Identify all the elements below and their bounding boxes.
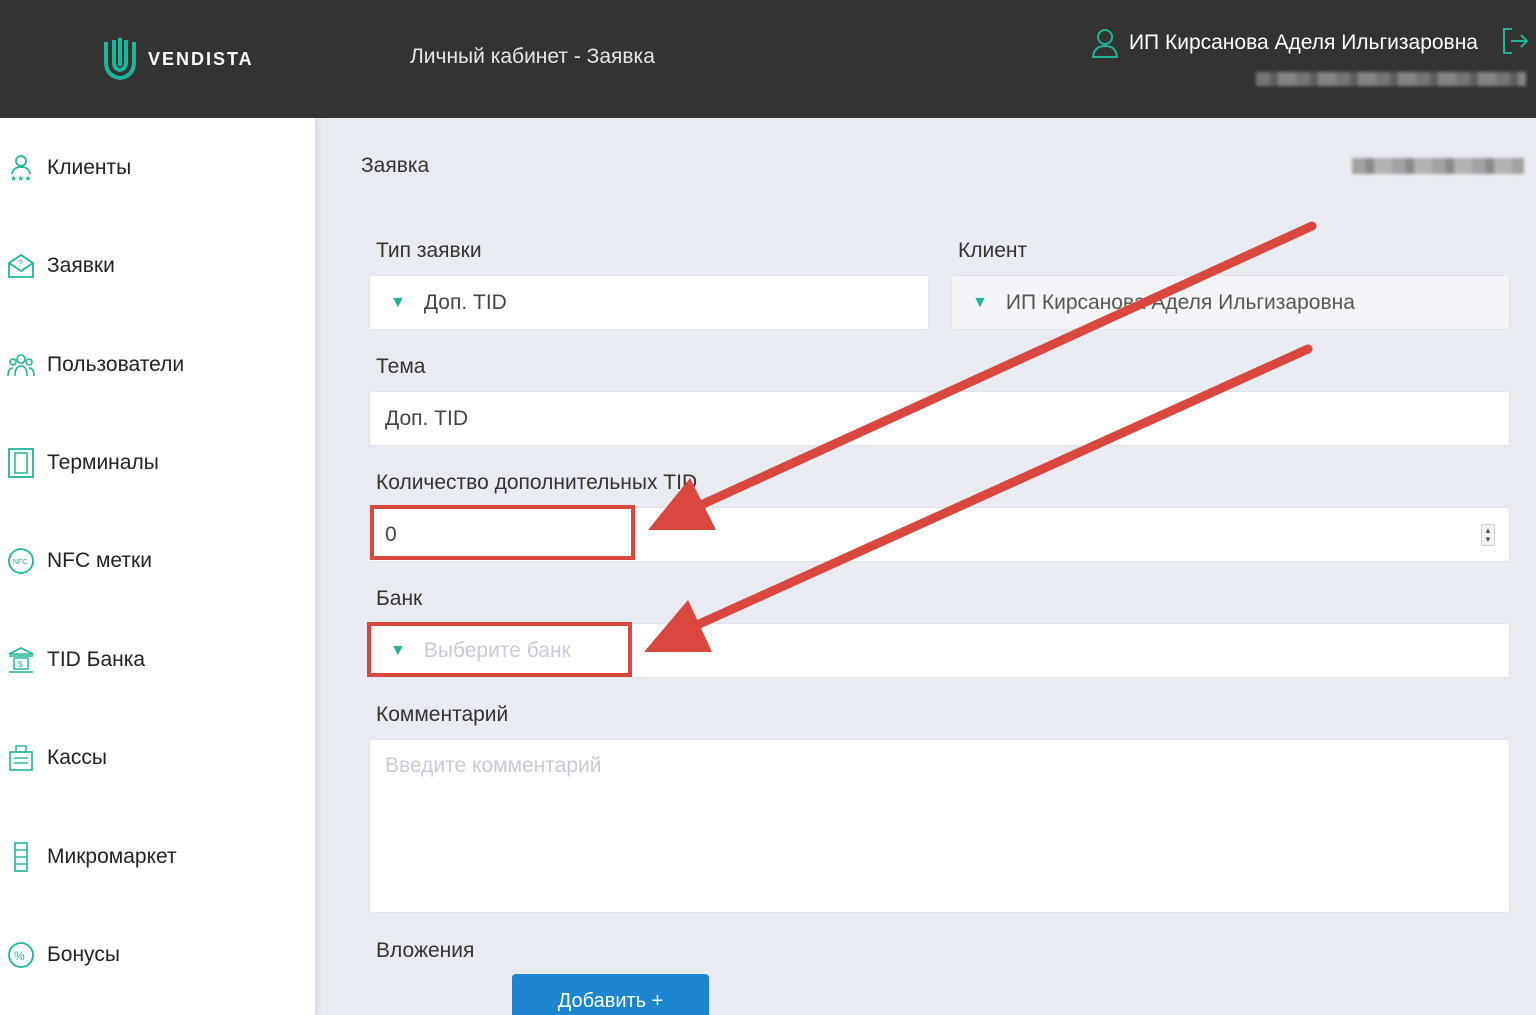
sidebar-item-label: NFC метки [47,549,152,572]
bank-label: Банк [376,587,423,610]
logout-icon[interactable] [1500,26,1530,56]
svg-text:%: % [14,949,25,963]
number-spinner[interactable]: ▲ ▼ [1481,524,1495,546]
sidebar-item-micromarket[interactable]: Микромаркет [0,827,315,887]
request-type-select[interactable]: ▼ Доп. TID [369,275,929,330]
bank-icon: $ [6,645,36,675]
sidebar-item-bank-tid[interactable]: $ TID Банка [0,630,315,690]
blurred-breadcrumb [1352,158,1524,174]
nfc-icon: NFC [6,546,36,576]
user-profile[interactable]: ИП Кирсанова Аделя Ильгизаровна [1091,28,1478,58]
sidebar-item-label: Заявки [47,254,115,277]
tid-count-label: Количество дополнительных TID [376,471,698,494]
sidebar-item-label: Терминалы [47,451,159,474]
page-heading: Личный кабинет - Заявка [410,45,655,68]
dropdown-triangle-icon: ▼ [972,293,988,311]
request-type-label: Тип заявки [376,239,482,262]
sidebar-item-bonuses[interactable]: % Бонусы [0,925,315,985]
percent-icon: % [6,940,36,970]
add-attachment-button[interactable]: Добавить + [512,974,709,1015]
sidebar-item-cash-registers[interactable]: Кассы [0,728,315,788]
sidebar-item-label: Клиенты [47,156,132,179]
highlight-box-bank [367,622,632,677]
sidebar-item-nfc[interactable]: NFC NFC метки [0,531,315,591]
sidebar-item-label: Микромаркет [47,845,177,868]
top-bar: VENDISTA Личный кабинет - Заявка ИП Кирс… [0,0,1536,118]
client-select[interactable]: ▼ ИП Кирсанова Аделя Ильгизаровна [951,275,1510,330]
topic-value: Доп. TID [385,406,469,430]
comment-label: Комментарий [376,703,509,726]
client-label: Клиент [958,239,1028,262]
svg-text:NFC: NFC [13,559,27,566]
sidebar-item-label: Кассы [47,746,108,769]
comment-placeholder: Введите комментарий [385,754,602,777]
user-name: ИП Кирсанова Аделя Ильгизаровна [1128,31,1478,54]
highlight-box-tid-count [370,505,635,560]
sidebar-item-users[interactable]: Пользователи [0,335,315,395]
comment-textarea[interactable]: Введите комментарий [369,739,1510,913]
sidebar-item-requests[interactable]: ? Заявки [0,236,315,296]
sidebar-item-label: Бонусы [47,943,120,966]
micromarket-icon [6,842,36,872]
vendista-logo[interactable]: VENDISTA [98,36,254,82]
svg-text:★★★: ★★★ [10,174,32,182]
client-value: ИП Кирсанова Аделя Ильгизаровна [1005,290,1355,314]
topic-label: Тема [376,355,426,378]
users-group-icon [6,350,36,380]
svg-text:?: ? [18,259,23,268]
brand-name: VENDISTA [148,48,254,69]
sidebar-item-clients[interactable]: ★★★ Клиенты [0,138,315,198]
svg-text:$: $ [18,660,23,669]
sidebar-item-label: Пользователи [47,353,185,376]
terminal-icon [6,448,36,478]
attachments-label: Вложения [376,939,475,962]
clients-icon: ★★★ [6,153,36,183]
request-type-value: Доп. TID [423,290,507,314]
blurred-user-info [1256,72,1526,86]
user-icon [1091,29,1119,58]
topic-input[interactable]: Доп. TID [369,391,1510,446]
sidebar: ★★★ Клиенты ? Заявки Пользователи Термин… [0,118,315,1015]
envelope-question-icon: ? [6,251,36,281]
sidebar-item-terminals[interactable]: Терминалы [0,433,315,493]
content-title: Заявка [361,154,430,177]
cash-register-icon [6,743,36,773]
sidebar-item-label: TID Банка [47,648,146,671]
vendista-logo-icon [104,38,136,81]
dropdown-triangle-icon: ▼ [390,293,406,311]
